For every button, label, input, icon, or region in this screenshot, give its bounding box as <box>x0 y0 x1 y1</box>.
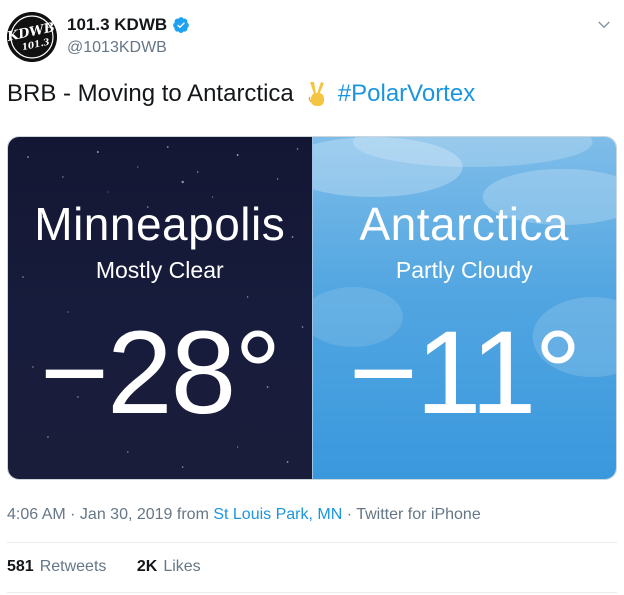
victory-hand-icon <box>308 82 324 106</box>
tweet-header: KDWB 101.3 101.3 KDWB @1013KDWB <box>7 12 617 64</box>
temperature-minneapolis: −28° <box>40 307 281 439</box>
condition-minneapolis: Mostly Clear <box>95 257 224 283</box>
tweet-body: BRB - Moving to Antarctica <box>7 80 294 107</box>
city-name-minneapolis: Minneapolis <box>34 198 286 250</box>
temperature-antarctica: −11° <box>348 307 582 439</box>
location-link[interactable]: St Louis Park, MN <box>213 506 342 523</box>
likes-count: 2K <box>136 558 158 575</box>
antarctica-weather-panel: Antarctica Partly Cloudy −11° <box>311 137 616 479</box>
tweet-text: BRB - Moving to Antarctica #PolarVortex <box>7 80 475 108</box>
condition-antarctica: Partly Cloudy <box>395 257 533 283</box>
divider <box>7 542 617 543</box>
tweet-meta: 4:06 AM · Jan 30, 2019 from St Louis Par… <box>7 506 481 524</box>
hashtag-link[interactable]: #PolarVortex <box>338 80 475 108</box>
retweets-count: 581 <box>7 558 34 575</box>
chevron-down-icon[interactable] <box>595 16 613 34</box>
kdwb-logo-icon: KDWB 101.3 <box>7 12 57 62</box>
display-name-row[interactable]: 101.3 KDWB <box>67 15 190 35</box>
minneapolis-weather-panel: Minneapolis Mostly Clear −28° <box>8 137 312 479</box>
verified-badge-icon <box>173 17 190 34</box>
avatar[interactable]: KDWB 101.3 <box>7 12 57 62</box>
tweet-source[interactable]: · Twitter for iPhone <box>347 506 481 523</box>
tweet-stats: 581 Retweets 2K Likes <box>7 558 227 576</box>
tweet-media[interactable]: Minneapolis Mostly Clear −28° Antarctica… <box>7 136 617 480</box>
tweet-timestamp[interactable]: 4:06 AM · Jan 30, 2019 from <box>7 506 209 523</box>
likes-stat[interactable]: 2K Likes <box>137 558 201 576</box>
divider <box>7 592 617 593</box>
handle[interactable]: @1013KDWB <box>67 39 190 57</box>
name-block: 101.3 KDWB @1013KDWB <box>67 15 190 57</box>
display-name[interactable]: 101.3 KDWB <box>67 15 167 35</box>
retweets-stat[interactable]: 581 Retweets <box>7 558 106 576</box>
city-name-antarctica: Antarctica <box>359 198 570 250</box>
likes-label: Likes <box>163 558 201 575</box>
retweets-label: Retweets <box>39 558 107 575</box>
